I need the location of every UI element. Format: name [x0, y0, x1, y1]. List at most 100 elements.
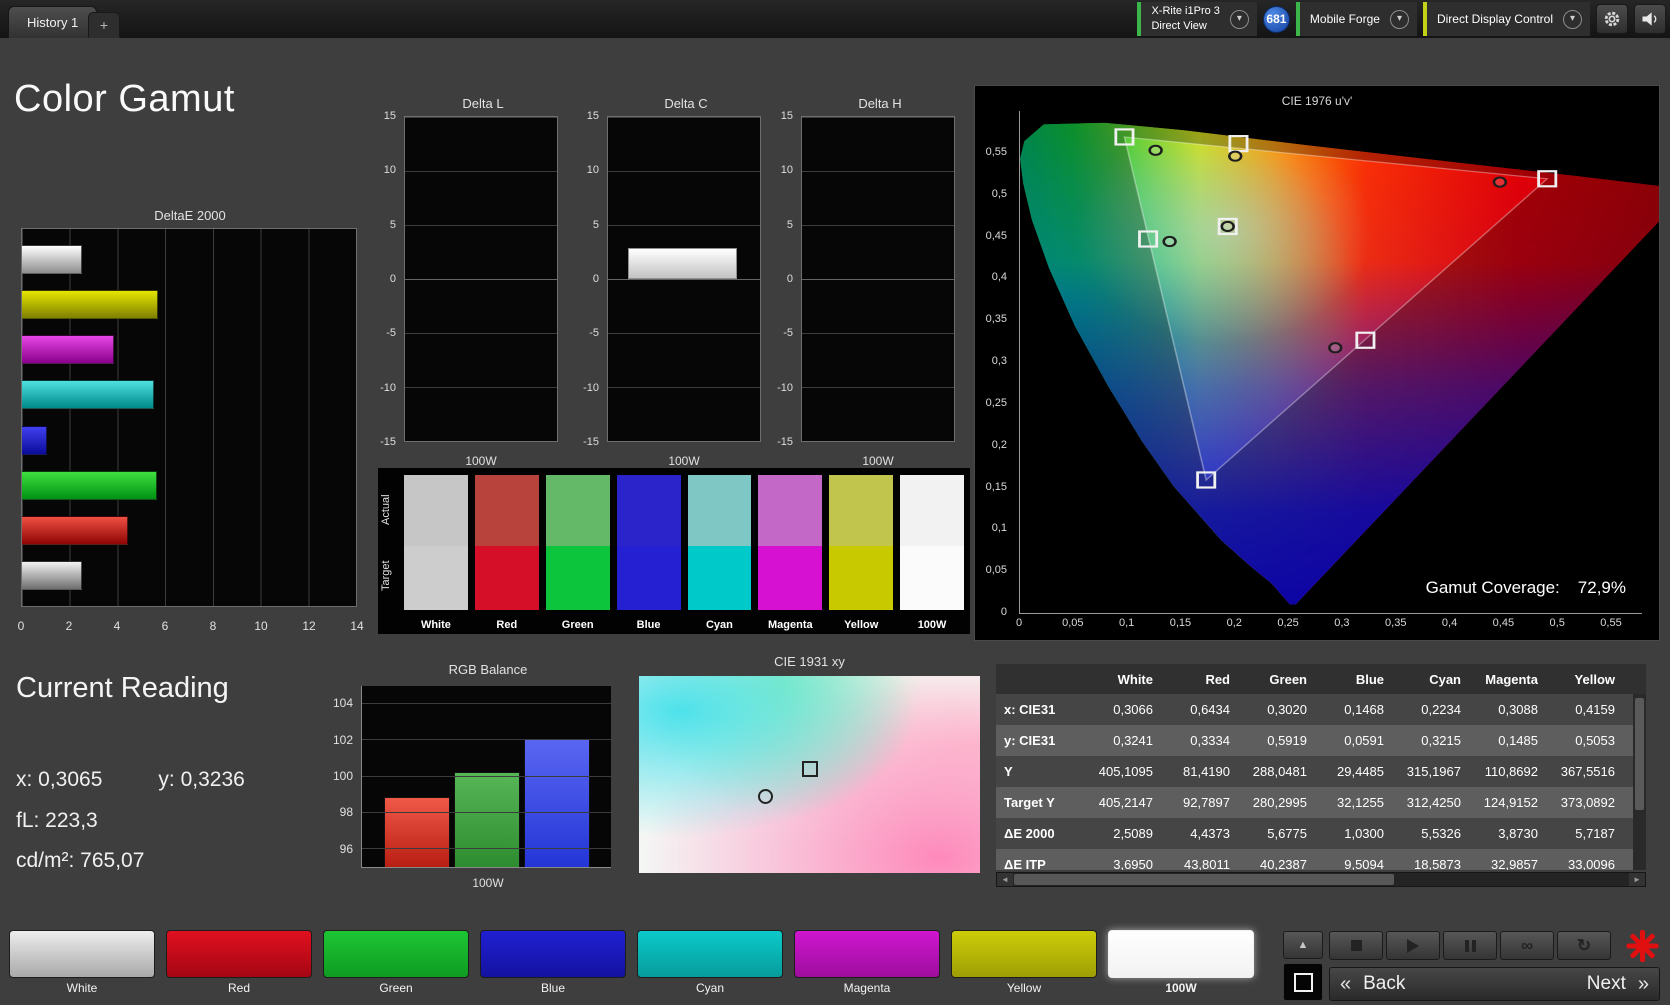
- axis-tick-label: 0,5: [991, 187, 1007, 200]
- chevron-down-icon: ▾: [1389, 9, 1409, 29]
- pattern-window-icon: [1293, 972, 1313, 992]
- pattern-button-cyan[interactable]: Cyan: [637, 930, 783, 995]
- calibration-star-icon[interactable]: [1624, 928, 1660, 964]
- vertical-scrollbar[interactable]: [1633, 694, 1646, 870]
- axis-tick-label: 102: [332, 732, 353, 747]
- history-tab[interactable]: History 1: [8, 6, 98, 38]
- table-cell: 0,5053: [1575, 733, 1615, 748]
- source-label: Mobile Forge: [1309, 12, 1380, 26]
- axis-tick-label: 0,5: [1549, 617, 1565, 629]
- y-axis-labels: 15 10 5 0 -5 -10 -15: [374, 110, 400, 448]
- table-header-cell: Yellow: [1574, 671, 1615, 687]
- chart-title: Delta H: [858, 96, 902, 111]
- pattern-swatch: [637, 930, 783, 978]
- axis-tick-label: 15: [383, 110, 396, 122]
- target-marker: [801, 760, 818, 777]
- add-tab-button[interactable]: +: [88, 12, 120, 38]
- pattern-window-button[interactable]: [1283, 963, 1323, 1001]
- pattern-swatch: [480, 930, 626, 978]
- axis-tick-label: 0,1: [1118, 617, 1135, 629]
- chart-title: DeltaE 2000: [154, 208, 226, 223]
- axis-tick-label: 96: [339, 841, 353, 856]
- table-cell: 0,0591: [1344, 733, 1384, 748]
- table-cell: 33,0096: [1568, 857, 1615, 870]
- row-label: x: CIE31: [1004, 702, 1056, 717]
- cie-1976-chart: CIE 1976 u'v' 0 0,05 0,1 0,15 0,2 0,25 0…: [974, 85, 1660, 641]
- axis-tick-label: 0,35: [1385, 617, 1407, 629]
- audio-button[interactable]: [1634, 4, 1666, 34]
- deltae-bar-yellow: [22, 290, 159, 320]
- chromaticity-diagram: [1020, 122, 1659, 605]
- pattern-label: 100W: [1165, 981, 1197, 995]
- pattern-button-yellow[interactable]: Yellow: [951, 930, 1097, 995]
- refresh-icon: ↻: [1576, 936, 1592, 955]
- axis-tick-label: 5: [786, 218, 793, 231]
- pattern-button-green[interactable]: Green: [323, 930, 469, 995]
- back-button[interactable]: « Back: [1340, 973, 1405, 995]
- deltae-bar-red: [22, 515, 128, 545]
- table-cell: 0,5919: [1267, 733, 1307, 748]
- scroll-right-button[interactable]: ►: [1629, 873, 1645, 886]
- meter-dropdown[interactable]: X-Rite i1Pro 3 Direct View ▾: [1137, 2, 1257, 36]
- y-axis-labels: 15 10 5 0 -5 -10 -15: [577, 110, 603, 448]
- axis-tick-label: 0,4: [991, 271, 1007, 284]
- next-button[interactable]: Next »: [1587, 973, 1649, 995]
- x-axis-label: 100W: [465, 454, 497, 468]
- table-cell: 0,3215: [1421, 733, 1461, 748]
- table-header-cell: Green: [1269, 671, 1307, 687]
- table-cell: 124,9152: [1483, 795, 1538, 810]
- swatch-label: Cyan: [705, 619, 733, 631]
- meter-count-badge[interactable]: 681: [1262, 5, 1290, 33]
- refresh-button[interactable]: ↻: [1557, 931, 1611, 960]
- axis-tick-label: 0,1: [991, 522, 1007, 535]
- axis-tick-label: -15: [777, 436, 793, 448]
- target-swatch: [687, 546, 752, 610]
- gamut-coverage-label: Gamut Coverage:: [1425, 578, 1560, 597]
- gridline: [362, 811, 611, 813]
- stop-button[interactable]: [1329, 931, 1383, 960]
- axis-tick-label: -5: [783, 327, 793, 340]
- current-reading-panel: Current Reading x: 0,3065 y: 0,3236 fL: …: [16, 672, 346, 892]
- source-dropdown[interactable]: Mobile Forge ▾: [1295, 2, 1417, 36]
- axis-tick-label: 10: [586, 164, 599, 177]
- axis-tick-label: 15: [586, 110, 599, 122]
- axis-tick-label: 100: [332, 769, 353, 784]
- play-button[interactable]: [1386, 931, 1440, 960]
- up-arrow-icon: ▲: [1297, 939, 1309, 951]
- rgb-bar-green: [453, 771, 520, 867]
- pattern-button-white[interactable]: White: [9, 930, 155, 995]
- swatch-label: Blue: [636, 619, 661, 631]
- pattern-button-100w[interactable]: 100W: [1108, 930, 1254, 995]
- table-cell: 367,5516: [1560, 764, 1615, 779]
- chart-title: CIE 1931 xy: [774, 654, 845, 669]
- scroll-left-button[interactable]: ◄: [997, 873, 1013, 886]
- pause-icon: [1464, 939, 1476, 952]
- axis-tick-label: 14: [350, 619, 364, 633]
- table-cell: 0,3066: [1113, 702, 1153, 717]
- pattern-button-blue[interactable]: Blue: [480, 930, 626, 995]
- row-label: y: CIE31: [1004, 733, 1056, 748]
- chart-title: RGB Balance: [448, 662, 528, 677]
- scrollbar-thumb[interactable]: [1635, 698, 1644, 810]
- settings-button[interactable]: [1596, 4, 1628, 34]
- pattern-button-red[interactable]: Red: [166, 930, 312, 995]
- table-cell: 32,1255: [1337, 795, 1384, 810]
- scrollbar-thumb[interactable]: [1014, 874, 1394, 885]
- pattern-label: Blue: [540, 981, 566, 995]
- table-cell: 9,5094: [1344, 857, 1384, 870]
- pattern-label: Cyan: [695, 981, 724, 995]
- pattern-button-magenta[interactable]: Magenta: [794, 930, 940, 995]
- target-row-label: Target: [380, 560, 392, 592]
- workflow-dropdown[interactable]: Direct Display Control ▾: [1422, 2, 1590, 36]
- meter-name: X-Rite i1Pro 3: [1151, 5, 1220, 18]
- continuous-measure-button[interactable]: ∞: [1500, 931, 1554, 960]
- axis-tick-label: 0: [1015, 617, 1023, 629]
- pattern-up-button[interactable]: ▲: [1283, 931, 1323, 959]
- axis-tick-label: 0,55: [1600, 617, 1622, 629]
- table-header-cell: Cyan: [1429, 671, 1461, 687]
- axis-tick-label: 98: [339, 805, 353, 820]
- target-swatch: [900, 546, 964, 610]
- top-bar-controls: X-Rite i1Pro 3 Direct View ▾ 681 Mobile …: [1137, 2, 1666, 36]
- table-cell: 0,1485: [1498, 733, 1538, 748]
- pause-button[interactable]: [1443, 931, 1497, 960]
